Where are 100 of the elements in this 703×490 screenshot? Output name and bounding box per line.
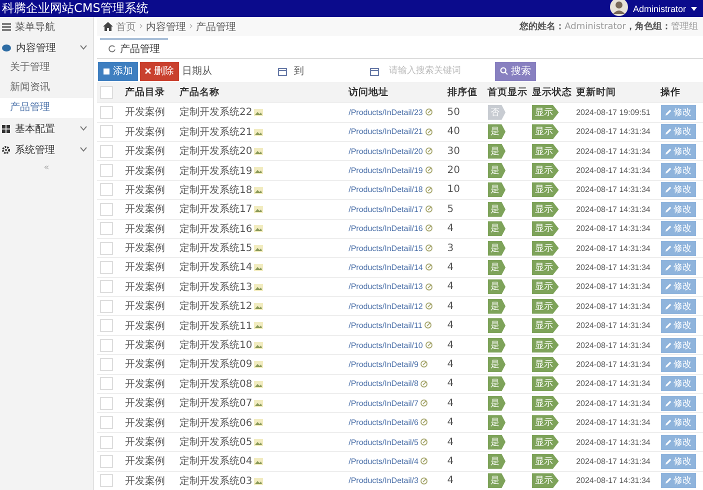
url-link[interactable]: /Products/InDetail/12 bbox=[348, 302, 423, 311]
url-link[interactable]: /Products/InDetail/17 bbox=[348, 204, 423, 214]
edit-button[interactable]: 修改 bbox=[660, 144, 696, 159]
status-tag[interactable]: 显示 bbox=[532, 338, 559, 353]
url-link[interactable]: /Products/InDetail/10 bbox=[348, 340, 423, 350]
edit-button[interactable]: 修改 bbox=[660, 104, 696, 120]
menu-item[interactable]: 产品管理 bbox=[0, 98, 93, 118]
homepage-tag[interactable]: 是 bbox=[488, 454, 506, 469]
user-name[interactable]: Administrator bbox=[632, 4, 686, 14]
url-link[interactable]: /Products/InDetail/19 bbox=[348, 166, 423, 176]
breadcrumb-link[interactable]: 内容管理 bbox=[146, 20, 186, 34]
edit-button[interactable]: 修改 bbox=[660, 182, 696, 198]
homepage-tag[interactable]: 是 bbox=[488, 279, 506, 294]
homepage-tag[interactable]: 是 bbox=[488, 124, 506, 140]
table-cell: 4 bbox=[447, 300, 454, 312]
edit-button[interactable]: 修改 bbox=[660, 240, 696, 256]
url-link[interactable]: /Products/InDetail/8 bbox=[348, 379, 418, 388]
edit-button[interactable]: 修改 bbox=[660, 434, 696, 450]
homepage-tag[interactable]: 是 bbox=[488, 260, 506, 275]
status-tag[interactable]: 显示 bbox=[532, 104, 559, 120]
status-tag[interactable]: 显示 bbox=[532, 144, 559, 159]
homepage-tag[interactable]: 是 bbox=[488, 182, 506, 198]
status-tag[interactable]: 显示 bbox=[532, 396, 559, 411]
table-cell: 2024-08-17 14:31:34 bbox=[576, 262, 650, 272]
edit-button[interactable]: 修改 bbox=[660, 221, 696, 236]
url-link[interactable]: /Products/InDetail/16 bbox=[348, 224, 423, 234]
status-tag[interactable]: 显示 bbox=[532, 415, 559, 430]
edit-button[interactable]: 修改 bbox=[660, 124, 696, 140]
url-link[interactable]: /Products/InDetail/15 bbox=[348, 244, 423, 253]
status-tag[interactable]: 显示 bbox=[532, 434, 559, 450]
status-tag[interactable]: 显示 bbox=[532, 318, 559, 334]
edit-button[interactable]: 修改 bbox=[660, 415, 696, 430]
url-link[interactable]: /Products/InDetail/20 bbox=[348, 146, 423, 156]
url-link[interactable]: /Products/InDetail/3 bbox=[348, 476, 418, 486]
status-tag[interactable]: 显示 bbox=[532, 376, 559, 392]
homepage-tag[interactable]: 是 bbox=[488, 415, 506, 430]
edit-button[interactable]: 修改 bbox=[660, 279, 696, 294]
edit-button[interactable]: 修改 bbox=[660, 473, 696, 488]
table-cell: 2024-08-17 14:31:34 bbox=[576, 146, 650, 156]
edit-button[interactable]: 修改 bbox=[660, 202, 696, 217]
menu-item[interactable]: 关于管理 bbox=[0, 58, 93, 78]
status-tag[interactable]: 显示 bbox=[532, 473, 559, 488]
url-link[interactable]: /Products/InDetail/4 bbox=[348, 456, 418, 466]
edit-button[interactable]: 修改 bbox=[660, 376, 696, 392]
url-link[interactable]: /Products/InDetail/9 bbox=[348, 360, 418, 369]
status-tag[interactable]: 显示 bbox=[532, 124, 559, 140]
breadcrumb-link[interactable]: 首页 bbox=[116, 20, 136, 34]
homepage-tag[interactable]: 是 bbox=[488, 163, 506, 178]
url-link[interactable]: /Products/InDetail/14 bbox=[348, 262, 423, 272]
breadcrumb-link[interactable]: 产品管理 bbox=[196, 20, 236, 34]
url-link[interactable]: /Products/InDetail/7 bbox=[348, 398, 418, 408]
status-tag[interactable]: 显示 bbox=[532, 202, 559, 217]
delete-button[interactable]: 删除 bbox=[140, 62, 179, 81]
breadcrumb-separator: › bbox=[189, 21, 193, 32]
url-link[interactable]: /Products/InDetail/5 bbox=[348, 438, 418, 446]
homepage-tag[interactable]: 是 bbox=[488, 473, 506, 488]
status-tag[interactable]: 显示 bbox=[532, 182, 559, 198]
status-tag[interactable]: 显示 bbox=[532, 163, 559, 178]
menu-group[interactable]: 内容管理 bbox=[0, 37, 93, 58]
status-tag[interactable]: 显示 bbox=[532, 221, 559, 236]
edit-button[interactable]: 修改 bbox=[660, 298, 696, 314]
menu-item[interactable]: 新闻资讯 bbox=[0, 78, 93, 98]
add-button[interactable]: 添加 bbox=[98, 62, 138, 81]
status-tag[interactable]: 显示 bbox=[532, 260, 559, 275]
homepage-tag[interactable]: 是 bbox=[488, 396, 506, 411]
table-cell: 定制开发系统16 bbox=[180, 224, 252, 235]
edit-button[interactable]: 修改 bbox=[660, 356, 696, 372]
url-link[interactable]: /Products/InDetail/21 bbox=[348, 127, 423, 136]
edit-button[interactable]: 修改 bbox=[660, 454, 696, 469]
homepage-tag[interactable]: 是 bbox=[488, 221, 506, 236]
homepage-tag[interactable]: 是 bbox=[488, 338, 506, 353]
edit-button[interactable]: 修改 bbox=[660, 260, 696, 275]
homepage-tag[interactable]: 是 bbox=[488, 240, 506, 256]
homepage-tag[interactable]: 是 bbox=[488, 298, 506, 314]
menu-group[interactable]: 基本配置 bbox=[0, 118, 93, 139]
table-cell: 4 bbox=[447, 417, 454, 428]
url-link[interactable]: /Products/InDetail/23 bbox=[348, 108, 423, 117]
url-link[interactable]: /Products/InDetail/6 bbox=[348, 418, 418, 428]
edit-button[interactable]: 修改 bbox=[660, 338, 696, 353]
status-tag[interactable]: 显示 bbox=[532, 279, 559, 294]
homepage-tag[interactable]: 是 bbox=[488, 434, 506, 450]
search-button[interactable]: 搜索 bbox=[495, 62, 536, 81]
homepage-tag[interactable]: 是 bbox=[488, 356, 506, 372]
url-link[interactable]: /Products/InDetail/11 bbox=[348, 321, 422, 330]
edit-button[interactable]: 修改 bbox=[660, 163, 696, 178]
status-tag[interactable]: 显示 bbox=[532, 356, 559, 372]
edit-button[interactable]: 修改 bbox=[660, 396, 696, 411]
menu-group[interactable]: 系统管理 bbox=[0, 139, 93, 160]
url-link[interactable]: /Products/InDetail/18 bbox=[348, 185, 423, 194]
status-tag[interactable]: 显示 bbox=[532, 240, 559, 256]
homepage-tag[interactable]: 是 bbox=[488, 144, 506, 159]
homepage-tag[interactable]: 是 bbox=[488, 318, 506, 334]
url-link[interactable]: /Products/InDetail/13 bbox=[348, 282, 423, 292]
collapse-button[interactable]: « bbox=[38, 163, 54, 173]
homepage-tag[interactable]: 是 bbox=[488, 376, 506, 392]
homepage-tag[interactable]: 是 bbox=[488, 202, 506, 217]
edit-button[interactable]: 修改 bbox=[660, 318, 696, 334]
status-tag[interactable]: 显示 bbox=[532, 454, 559, 469]
table-cell: 定制开发系统19 bbox=[180, 166, 252, 177]
status-tag[interactable]: 显示 bbox=[532, 298, 559, 314]
